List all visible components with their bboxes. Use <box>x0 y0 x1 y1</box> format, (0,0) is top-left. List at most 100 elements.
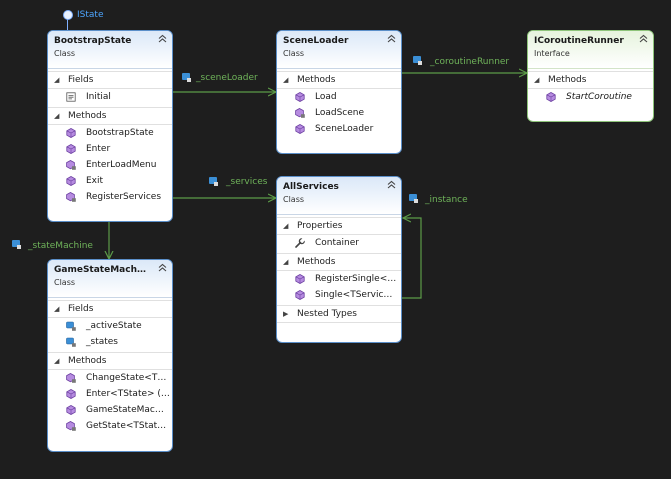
member-row[interactable]: _states <box>48 334 172 350</box>
member-row[interactable]: Initial <box>48 89 172 105</box>
link-label-services: _services <box>226 177 268 187</box>
class-stereotype: Interface <box>534 49 570 58</box>
member-row[interactable]: ChangeState<T… <box>48 370 172 386</box>
method-icon <box>295 290 305 300</box>
member-label: RegisterSingle<… <box>315 274 397 284</box>
member-label: _activeState <box>86 321 142 331</box>
member-row[interactable]: _activeState <box>48 318 172 334</box>
section-label: Methods <box>68 111 107 121</box>
class-name: BootstrapState <box>54 36 132 46</box>
member-label: Enter <box>86 144 111 154</box>
collapse-triangle-icon[interactable]: ◢ <box>534 72 539 88</box>
collapse-triangle-icon[interactable]: ◢ <box>54 353 59 369</box>
collapse-triangle-icon[interactable]: ◢ <box>54 108 59 124</box>
collapse-triangle-icon[interactable]: ◢ <box>283 72 288 88</box>
section-header-methods[interactable]: ◢ Methods <box>48 352 172 370</box>
expand-triangle-icon[interactable]: ▶ <box>283 306 288 322</box>
member-row[interactable]: Enter<TState> (… <box>48 386 172 402</box>
section-label: Methods <box>297 257 336 267</box>
member-label: Enter<TState> (… <box>86 389 170 399</box>
member-row[interactable]: Single<TServic… <box>277 287 401 303</box>
collapse-chevron-icon[interactable] <box>387 34 396 46</box>
class-box-bootstrapstate[interactable]: BootstrapState Class ◢ Fields Initial ◢ Method… <box>47 30 173 222</box>
member-row[interactable]: SceneLoader <box>277 121 401 137</box>
class-box-gamestatemachine[interactable]: GameStateMach… Class ◢ Fields _activeState _s… <box>47 259 173 452</box>
member-label: _states <box>86 337 118 347</box>
box-header: ICoroutineRunner Interface <box>528 31 653 69</box>
member-row[interactable]: Container <box>277 235 401 251</box>
member-row[interactable]: LoadScene <box>277 105 401 121</box>
member-label: BootstrapState <box>86 128 154 138</box>
private-method-icon <box>66 421 76 431</box>
section-header-fields[interactable]: ◢ Fields <box>48 300 172 318</box>
section-label: Methods <box>548 75 587 85</box>
member-row[interactable]: RegisterSingle<… <box>277 271 401 287</box>
class-stereotype: Class <box>283 49 305 58</box>
member-row[interactable]: Load <box>277 89 401 105</box>
section-header-methods[interactable]: ◢ Methods <box>277 253 401 271</box>
istate-lollipop-icon <box>63 10 73 20</box>
private-method-icon <box>66 373 76 383</box>
class-box-allservices[interactable]: AllServices Class ◢ Properties Container ◢ Met… <box>276 176 402 343</box>
section-label: Methods <box>297 75 336 85</box>
member-label: RegisterServices <box>86 192 162 202</box>
class-box-sceneloader[interactable]: SceneLoader Class ◢ Methods Load LoadScene Sce… <box>276 30 402 154</box>
istate-label: IState <box>77 10 104 20</box>
field-link-icon <box>182 73 191 82</box>
collapse-triangle-icon[interactable]: ◢ <box>54 72 59 88</box>
class-name: AllServices <box>283 182 339 192</box>
field-link-icon <box>409 194 418 203</box>
collapse-triangle-icon[interactable]: ◢ <box>283 254 288 270</box>
section-header-methods[interactable]: ◢ Methods <box>277 71 401 89</box>
collapse-chevron-icon[interactable] <box>387 180 396 192</box>
member-row[interactable]: RegisterServices <box>48 189 172 205</box>
interface-box-icoroutinerunner[interactable]: ICoroutineRunner Interface ◢ Methods StartCo… <box>527 30 654 122</box>
section-header-methods[interactable]: ◢ Methods <box>48 107 172 125</box>
field-link-icon <box>12 240 21 249</box>
method-icon <box>295 92 305 102</box>
section-label: Fields <box>68 304 94 314</box>
member-label: Container <box>315 238 359 248</box>
link-label-sceneloader: _sceneLoader <box>196 73 258 83</box>
link-label-coroutinerunner: _coroutineRunner <box>430 57 510 67</box>
section-label: Methods <box>68 356 107 366</box>
collapse-chevron-icon[interactable] <box>639 34 648 46</box>
member-row[interactable]: EnterLoadMenu <box>48 157 172 173</box>
member-label: Load <box>315 92 337 102</box>
member-label: StartCoroutine <box>566 92 632 102</box>
section-label: Nested Types <box>297 309 357 319</box>
private-method-icon <box>66 160 76 170</box>
link-label-instance: _instance <box>425 195 468 205</box>
member-row[interactable]: StartCoroutine <box>528 89 653 105</box>
field-link-icon <box>413 56 422 65</box>
link-instance-line[interactable] <box>401 218 422 299</box>
method-icon <box>66 176 76 186</box>
collapse-chevron-icon[interactable] <box>158 263 167 275</box>
method-icon <box>66 389 76 399</box>
section-label: Properties <box>297 221 343 231</box>
method-icon <box>546 92 556 102</box>
method-icon <box>66 128 76 138</box>
member-row[interactable]: BootstrapState <box>48 125 172 141</box>
private-field-icon <box>66 337 76 347</box>
collapse-triangle-icon[interactable]: ◢ <box>54 301 59 317</box>
member-row[interactable]: GetState<TStat… <box>48 418 172 434</box>
class-name: GameStateMach… <box>54 265 146 275</box>
box-header: SceneLoader Class <box>277 31 401 69</box>
section-header-methods[interactable]: ◢ Methods <box>528 71 653 89</box>
class-name: SceneLoader <box>283 36 349 46</box>
collapse-chevron-icon[interactable] <box>158 34 167 46</box>
section-header-fields[interactable]: ◢ Fields <box>48 71 172 89</box>
member-row[interactable]: Enter <box>48 141 172 157</box>
member-row[interactable]: Exit <box>48 173 172 189</box>
collapse-triangle-icon[interactable]: ◢ <box>283 218 288 234</box>
wrench-icon <box>295 237 306 248</box>
section-header-nested-types[interactable]: ▶ Nested Types <box>277 305 401 323</box>
member-label: Single<TServic… <box>315 290 393 300</box>
method-icon <box>66 405 76 415</box>
method-icon <box>295 124 305 134</box>
class-stereotype: Class <box>54 49 76 58</box>
section-header-properties[interactable]: ◢ Properties <box>277 217 401 235</box>
box-header: AllServices Class <box>277 177 401 215</box>
member-row[interactable]: GameStateMac… <box>48 402 172 418</box>
